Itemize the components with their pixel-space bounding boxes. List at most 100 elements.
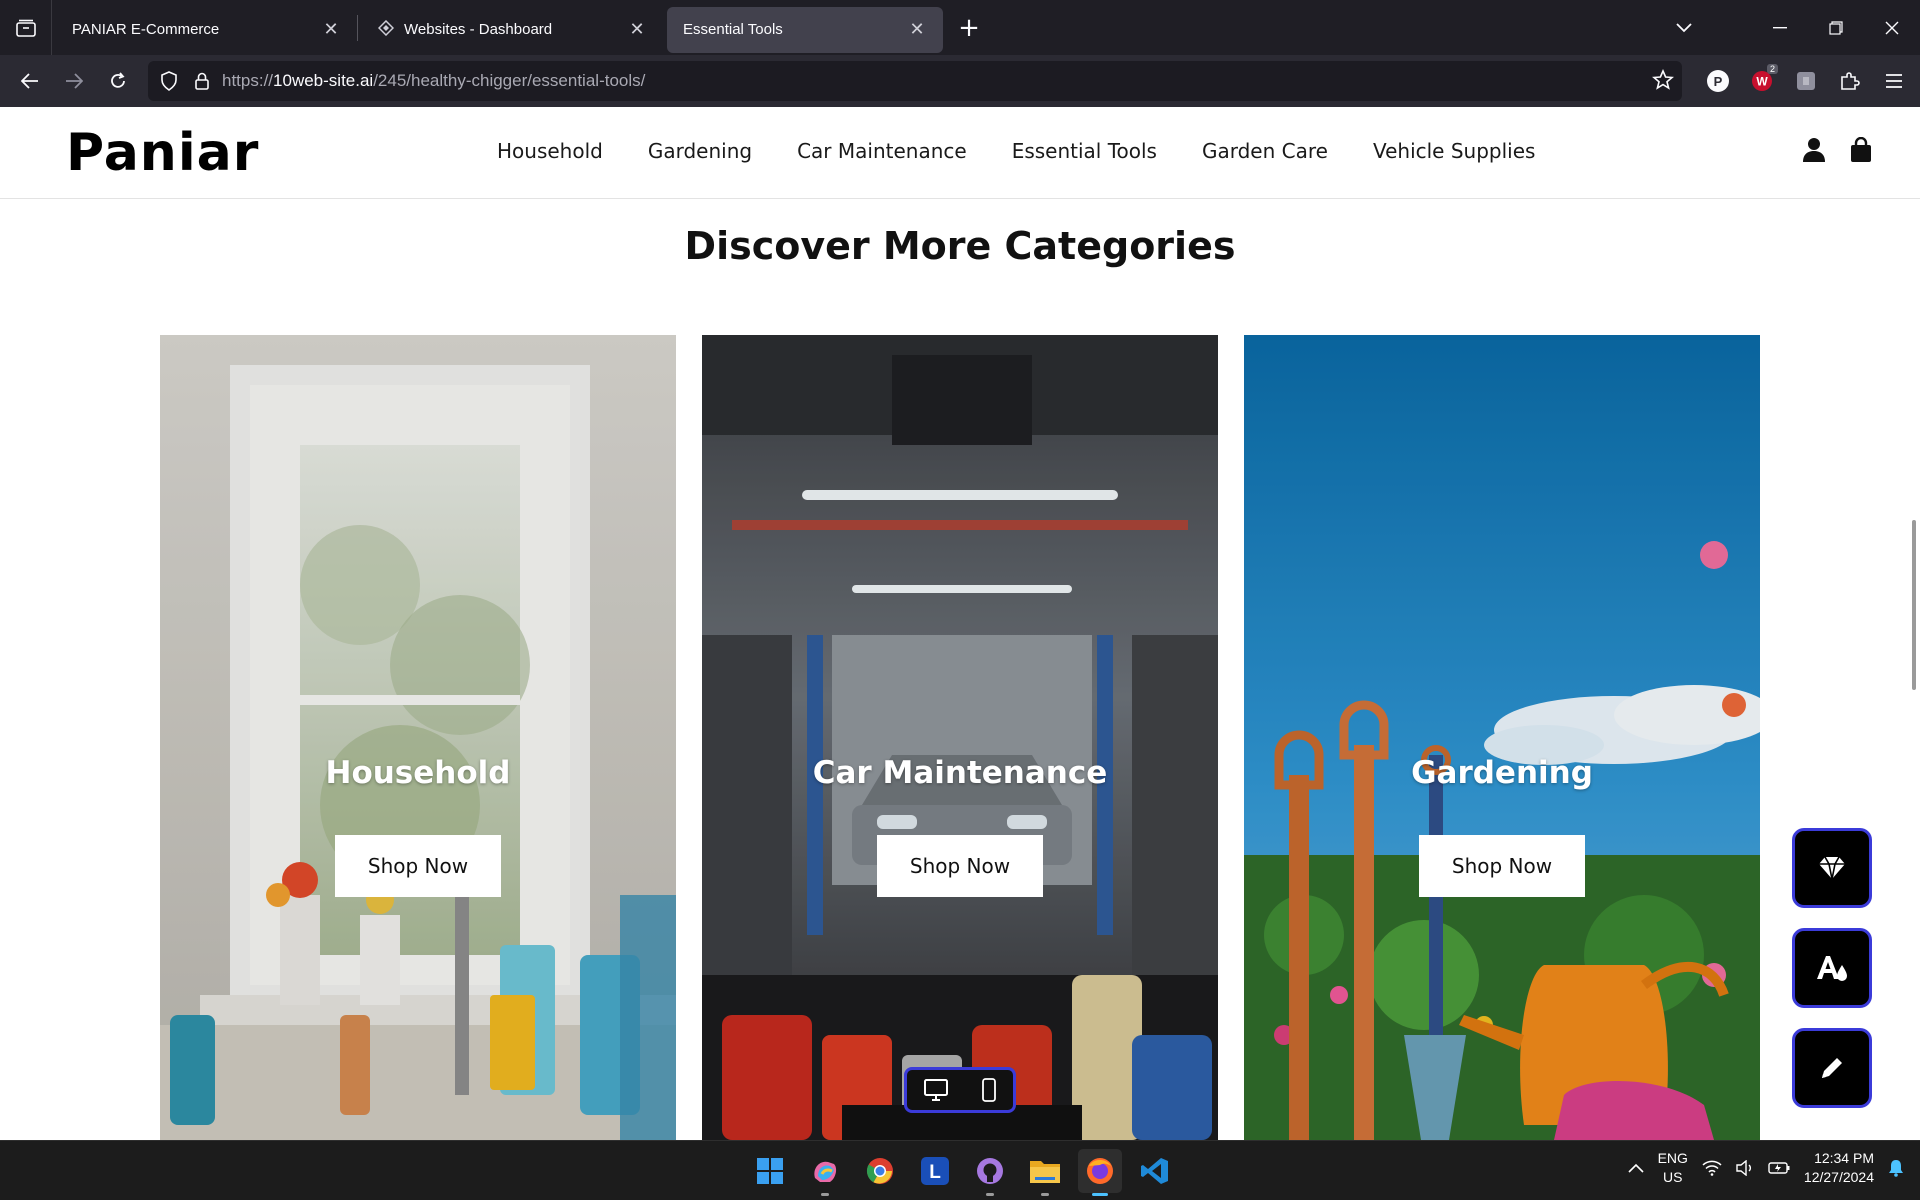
start-button[interactable] — [748, 1149, 792, 1193]
close-icon[interactable]: ✕ — [907, 19, 927, 40]
taskbar-github[interactable] — [968, 1149, 1012, 1196]
clock[interactable]: 12:34 PM 12/27/2024 — [1804, 1149, 1874, 1187]
extensions-area: P W 2 — [1702, 63, 1910, 99]
shop-now-button[interactable]: Shop Now — [877, 835, 1043, 897]
app-indicator — [986, 1193, 994, 1196]
extension-badge: 2 — [1766, 64, 1778, 74]
star-icon — [1652, 68, 1674, 90]
device-preview-toggle — [904, 1067, 1016, 1113]
url-text[interactable]: https://10web-site.ai/245/healthy-chigge… — [222, 71, 645, 91]
bookmark-star-button[interactable] — [1652, 68, 1674, 95]
lock-icon[interactable] — [194, 72, 210, 90]
tab-essential-tools[interactable]: Essential Tools ✕ — [667, 6, 943, 53]
notification-bell-icon[interactable] — [1888, 1159, 1904, 1177]
arrow-left-icon — [21, 73, 38, 89]
close-icon[interactable]: ✕ — [321, 19, 341, 40]
main-navigation: Household Gardening Car Maintenance Esse… — [497, 139, 1580, 163]
nav-link-car-maintenance[interactable]: Car Maintenance — [797, 139, 967, 163]
card-title: Gardening — [1411, 755, 1593, 791]
vscode-icon — [1141, 1158, 1168, 1184]
browser-tab-bar: PANIAR E-Commerce ✕ Websites - Dashboard… — [0, 0, 1920, 55]
language-indicator[interactable]: ENG US — [1658, 1149, 1688, 1187]
taskbar-l-app[interactable]: L — [913, 1149, 957, 1193]
taskbar-file-explorer[interactable] — [1023, 1149, 1067, 1196]
chevron-up-icon[interactable] — [1628, 1163, 1644, 1173]
category-card-household[interactable]: Household Shop Now — [160, 335, 676, 1140]
style-tools-button[interactable] — [1792, 928, 1872, 1008]
shop-now-button[interactable]: Shop Now — [1419, 835, 1585, 897]
nav-link-household[interactable]: Household — [497, 139, 603, 163]
shopping-bag-icon[interactable] — [1850, 137, 1872, 163]
nav-link-vehicle-supplies[interactable]: Vehicle Supplies — [1373, 139, 1535, 163]
battery-icon[interactable] — [1768, 1161, 1790, 1175]
app-indicator — [821, 1193, 829, 1196]
card-overlay — [160, 335, 676, 1140]
card-overlay — [1244, 335, 1760, 1140]
mobile-icon[interactable] — [980, 1077, 998, 1103]
back-button[interactable] — [12, 63, 48, 99]
system-tray: ENG US 12:34 PM 12/27/2024 — [1628, 1149, 1904, 1187]
list-all-tabs-button[interactable] — [1656, 0, 1712, 55]
category-card-gardening[interactable]: Gardening Shop Now — [1244, 335, 1760, 1140]
diamond-icon — [1819, 856, 1845, 880]
chrome-icon — [866, 1158, 893, 1184]
clock-time: 12:34 PM — [1814, 1150, 1874, 1166]
section-title: Discover More Categories — [684, 224, 1236, 268]
tab-list-icon — [15, 19, 36, 37]
new-tab-button[interactable]: + — [949, 8, 989, 48]
puzzle-tile-icon — [1797, 72, 1815, 90]
taskbar-apps: L — [748, 1149, 1177, 1196]
app-menu-button[interactable] — [1878, 63, 1910, 99]
folder-icon — [1030, 1161, 1060, 1183]
ai-tools-button[interactable] — [1792, 828, 1872, 908]
desktop-icon[interactable] — [923, 1078, 949, 1102]
forward-button[interactable] — [56, 63, 92, 99]
shop-now-button[interactable]: Shop Now — [335, 835, 501, 897]
nav-link-gardening[interactable]: Gardening — [648, 139, 752, 163]
region-code: US — [1663, 1169, 1683, 1185]
reload-button[interactable] — [100, 63, 136, 99]
tab-paniar-ecommerce[interactable]: PANIAR E-Commerce ✕ — [56, 7, 357, 53]
tab-title: Websites - Dashboard — [404, 21, 553, 38]
pencil-icon — [1822, 1058, 1842, 1078]
taskbar-firefox[interactable] — [1078, 1149, 1122, 1196]
card-title: Household — [325, 755, 511, 791]
tab-title: PANIAR E-Commerce — [72, 21, 220, 38]
wifi-icon[interactable] — [1702, 1160, 1722, 1176]
page-scrollbar-thumb[interactable] — [1912, 520, 1916, 690]
clock-date: 12/27/2024 — [1803, 1169, 1874, 1185]
minimize-button[interactable] — [1752, 0, 1808, 55]
category-card-car-maintenance[interactable]: Car Maintenance Shop Now — [702, 335, 1218, 1140]
nav-link-essential-tools[interactable]: Essential Tools — [1012, 139, 1157, 163]
extensions-button[interactable] — [1834, 63, 1866, 99]
extension-p-button[interactable]: P — [1702, 63, 1734, 99]
tab-websites-dashboard[interactable]: Websites - Dashboard ✕ — [362, 7, 663, 53]
extension-w-button[interactable]: W 2 — [1746, 63, 1778, 99]
arrow-right-icon — [66, 73, 83, 89]
tab-separator — [357, 14, 358, 41]
url-host: 10web-site.ai — [273, 71, 374, 90]
extension-grey-button[interactable] — [1790, 63, 1822, 99]
tab-title: Essential Tools — [683, 21, 783, 38]
speaker-icon[interactable] — [1736, 1160, 1754, 1176]
nav-link-garden-care[interactable]: Garden Care — [1202, 139, 1328, 163]
shield-icon[interactable] — [160, 71, 178, 91]
user-account-icon[interactable] — [1802, 137, 1826, 163]
puzzle-piece-icon — [1841, 72, 1860, 90]
p-extension-icon: P — [1707, 70, 1729, 92]
taskbar-copilot[interactable] — [803, 1149, 847, 1196]
close-window-button[interactable] — [1864, 0, 1920, 55]
close-icon[interactable]: ✕ — [627, 19, 647, 40]
hamburger-menu-icon — [1886, 74, 1902, 88]
edit-button[interactable] — [1792, 1028, 1872, 1108]
taskbar-vscode[interactable] — [1133, 1149, 1177, 1193]
url-bar[interactable]: https://10web-site.ai/245/healthy-chigge… — [148, 61, 1682, 101]
tab-overview-button[interactable] — [0, 0, 52, 55]
app-indicator — [1041, 1193, 1049, 1196]
reload-icon — [111, 72, 125, 88]
site-logo[interactable]: Paniar — [66, 127, 259, 179]
restore-button[interactable] — [1808, 0, 1864, 55]
taskbar-chrome[interactable] — [858, 1149, 902, 1193]
chevron-down-icon — [1676, 22, 1692, 32]
font-color-icon — [1817, 956, 1847, 981]
